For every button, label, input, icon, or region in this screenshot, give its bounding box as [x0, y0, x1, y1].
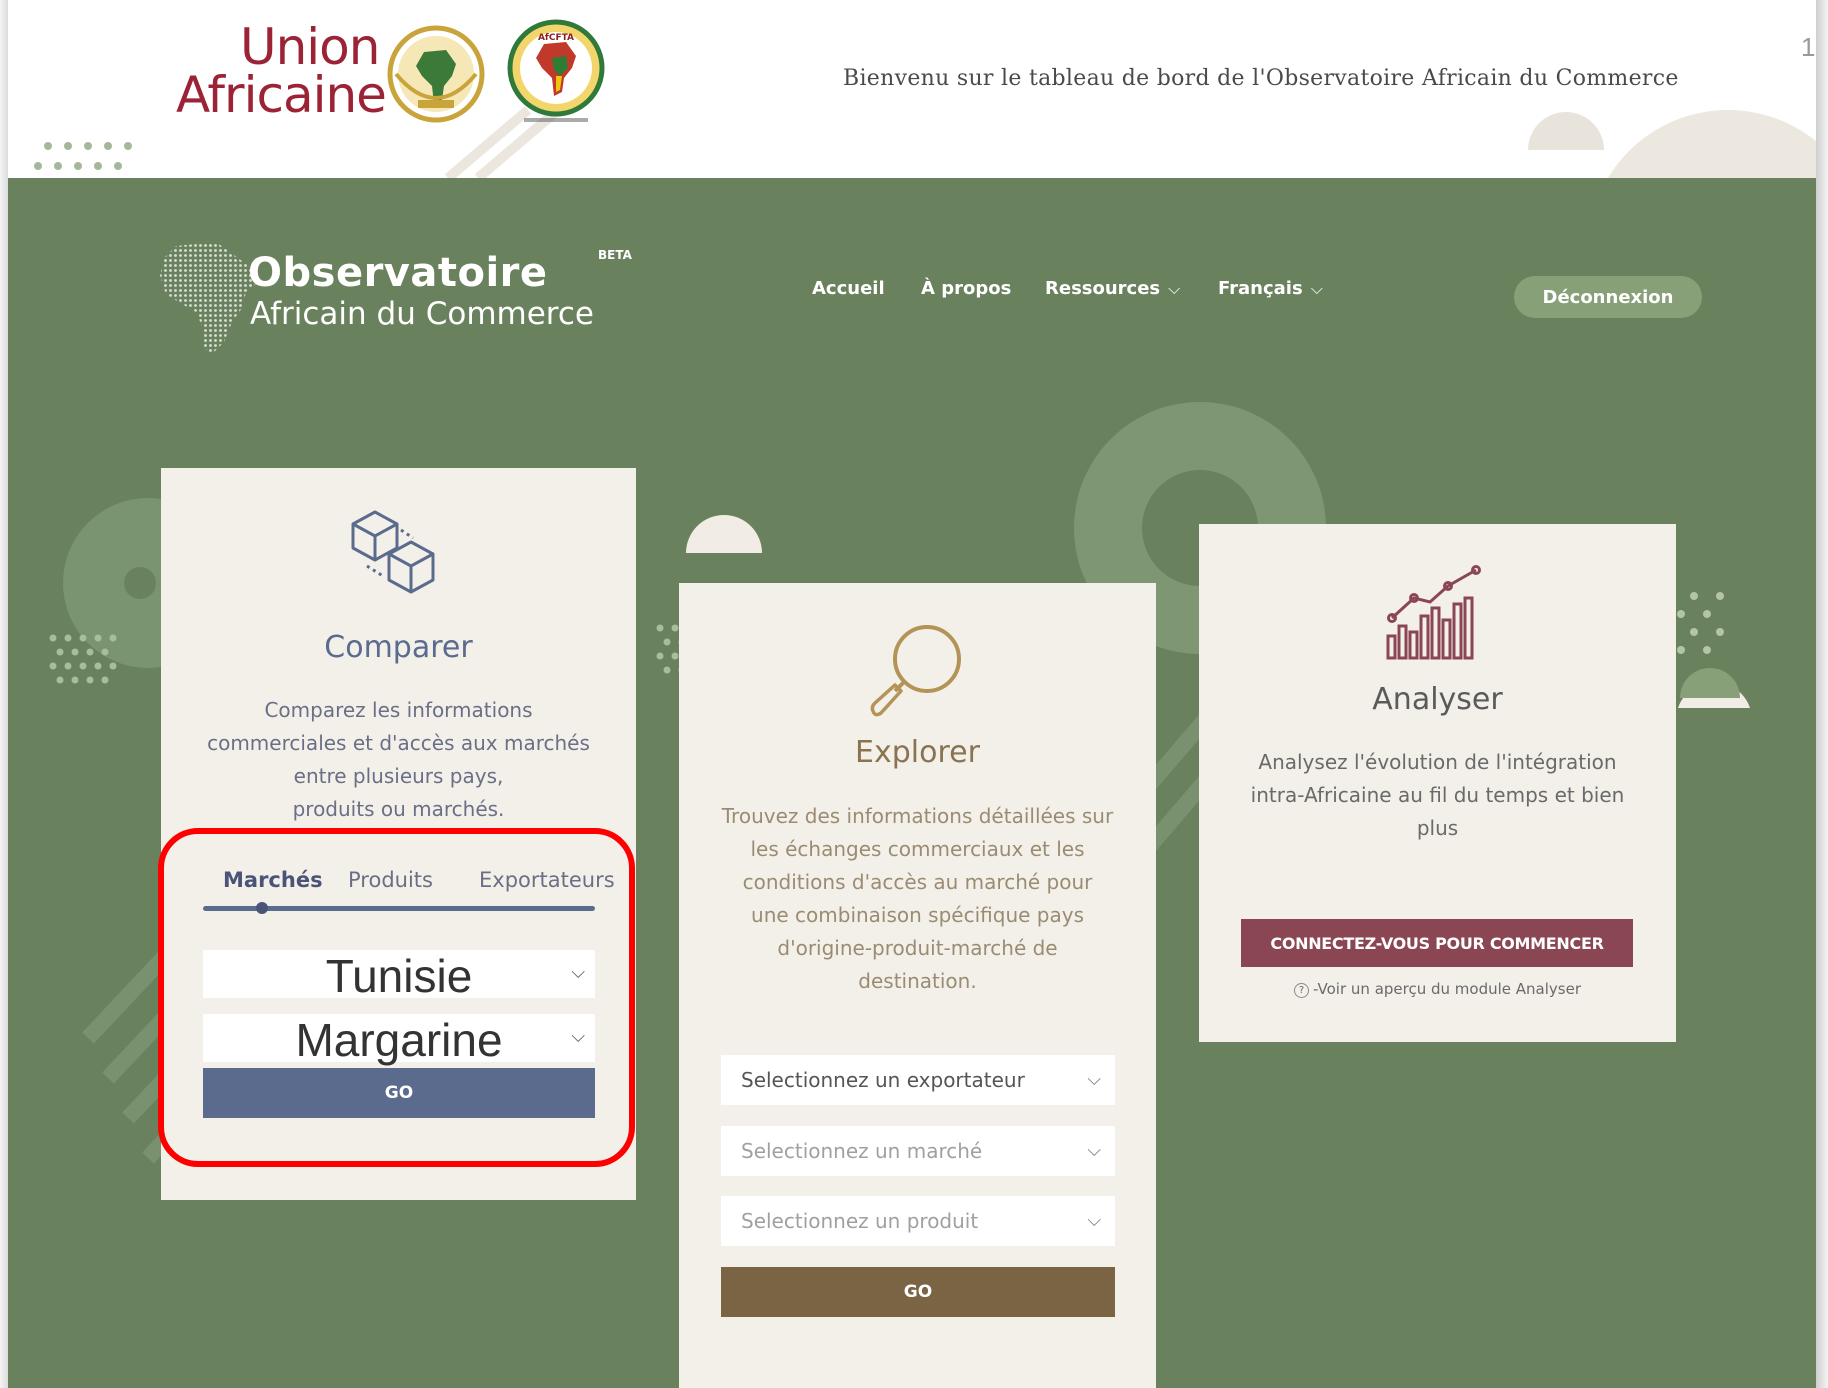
- explore-desc-line: une combinaison spécifique pays: [751, 903, 1084, 927]
- explore-desc-line: conditions d'accès au marché pour: [742, 870, 1093, 894]
- compare-description: Comparez les informations commerciales e…: [191, 694, 606, 826]
- tab-marches[interactable]: Marchés: [223, 868, 323, 892]
- chevron-down-icon: ⌵: [1168, 279, 1181, 298]
- exporter-select[interactable]: Selectionnez un exportateur ⌵: [721, 1055, 1115, 1105]
- compare-desc-line: commerciales et d'accès aux marchés: [207, 731, 590, 755]
- explore-card: Explorer Trouvez des informations détail…: [679, 583, 1156, 1388]
- site-main: Observatoire Africain du Commerce BETA A…: [8, 178, 1816, 1388]
- observatoire-logo[interactable]: Observatoire Africain du Commerce BETA: [158, 238, 658, 358]
- nav-language[interactable]: Français ⌵: [1218, 278, 1323, 299]
- explore-desc-line: les échanges commerciaux et les: [750, 837, 1085, 861]
- au-logo-text-africaine: Africaine: [176, 66, 387, 124]
- explore-desc-line: destination.: [858, 969, 977, 993]
- country-select[interactable]: Tunisie ⌵: [203, 950, 595, 1002]
- analyse-desc-line: plus: [1416, 816, 1459, 840]
- chevron-down-icon: ⌵: [1087, 1140, 1101, 1161]
- exporter-select-placeholder: Selectionnez un exportateur: [741, 1068, 1025, 1092]
- slide-page-number: 18: [1801, 32, 1816, 62]
- tab-exportateurs[interactable]: Exportateurs: [479, 868, 615, 892]
- nav-ressources[interactable]: Ressources ⌵: [1045, 278, 1180, 299]
- analyse-title: Analyser: [1372, 682, 1503, 717]
- chevron-down-icon: ⌵: [1087, 1069, 1101, 1090]
- product-select[interactable]: Margarine ⌵: [203, 1014, 595, 1066]
- compare-desc-line: produits ou marchés.: [292, 797, 505, 821]
- product-select-value: Margarine: [295, 1014, 503, 1066]
- top-banner: Union Africaine AfCFTA Bienvenu sur le t…: [8, 0, 1816, 178]
- analyse-card: Analyser Analysez l'évolution de l'intég…: [1199, 524, 1676, 1042]
- compare-desc-line: entre plusieurs pays,: [293, 764, 504, 788]
- african-union-logo: Union Africaine: [168, 18, 488, 128]
- analyse-description: Analysez l'évolution de l'intégration in…: [1229, 746, 1646, 845]
- analyse-desc-line: Analysez l'évolution de l'intégration: [1258, 750, 1617, 774]
- observatoire-subtitle: Africain du Commerce: [250, 296, 594, 332]
- tab-indicator: [256, 902, 268, 914]
- compare-card: Comparer Comparez les informations comme…: [161, 468, 636, 1200]
- chevron-down-icon: ⌵: [1087, 1210, 1101, 1231]
- growth-chart-icon: [1386, 565, 1481, 660]
- logout-button[interactable]: Déconnexion: [1514, 276, 1702, 318]
- chevron-down-icon: ⌵: [571, 1026, 585, 1047]
- nav-a-propos[interactable]: À propos: [921, 278, 1011, 299]
- explore-go-button[interactable]: GO: [721, 1267, 1115, 1317]
- tab-produits[interactable]: Produits: [348, 868, 433, 892]
- help-circle-icon: ?: [1294, 983, 1309, 998]
- compare-desc-line: Comparez les informations: [264, 698, 533, 722]
- au-emblem-icon: [387, 25, 485, 123]
- observatoire-title: Observatoire: [248, 250, 548, 296]
- slide: Union Africaine AfCFTA Bienvenu sur le t…: [0, 0, 1828, 1388]
- nav-accueil[interactable]: Accueil: [812, 278, 885, 299]
- explore-product-select-placeholder: Selectionnez un produit: [741, 1209, 979, 1233]
- analyse-desc-line: intra-Africaine au fil du temps et bien: [1250, 783, 1625, 807]
- afcfta-logo-label: AfCFTA: [538, 33, 574, 43]
- chevron-down-icon: ⌵: [571, 962, 585, 983]
- chevron-down-icon: ⌵: [1310, 279, 1323, 298]
- beta-badge: BETA: [598, 248, 632, 262]
- compare-title: Comparer: [324, 630, 473, 665]
- explore-product-select[interactable]: Selectionnez un produit ⌵: [721, 1196, 1115, 1246]
- screenshot-slide: Union Africaine AfCFTA Bienvenu sur le t…: [0, 0, 1828, 1388]
- country-select-value: Tunisie: [325, 950, 473, 1002]
- afcfta-logo: AfCFTA: [507, 19, 605, 122]
- compare-go-button[interactable]: GO: [203, 1068, 595, 1118]
- explore-title: Explorer: [855, 735, 980, 770]
- nav-language-label: Français: [1218, 278, 1303, 299]
- explore-description: Trouvez des informations détaillées sur …: [709, 800, 1126, 998]
- explore-desc-line: Trouvez des informations détaillées sur: [721, 804, 1114, 828]
- nav-ressources-label: Ressources: [1045, 278, 1161, 299]
- slide-right-edge: [1816, 0, 1828, 1388]
- market-select[interactable]: Selectionnez un marché ⌵: [721, 1126, 1115, 1176]
- boxes-icon: [351, 510, 435, 594]
- slide-left-edge: [0, 0, 8, 1388]
- magnifier-icon: [870, 625, 961, 717]
- analyse-preview-text: -Voir un aperçu du module Analyser: [1313, 980, 1581, 998]
- market-select-placeholder: Selectionnez un marché: [741, 1139, 983, 1163]
- analyse-preview-link[interactable]: ? -Voir un aperçu du module Analyser: [1199, 980, 1676, 998]
- login-to-start-button[interactable]: CONNECTEZ-VOUS POUR COMMENCER: [1241, 919, 1633, 967]
- explore-desc-line: d'origine-produit-marché de: [777, 936, 1058, 960]
- welcome-message: Bienvenu sur le tableau de bord de l'Obs…: [843, 66, 1679, 91]
